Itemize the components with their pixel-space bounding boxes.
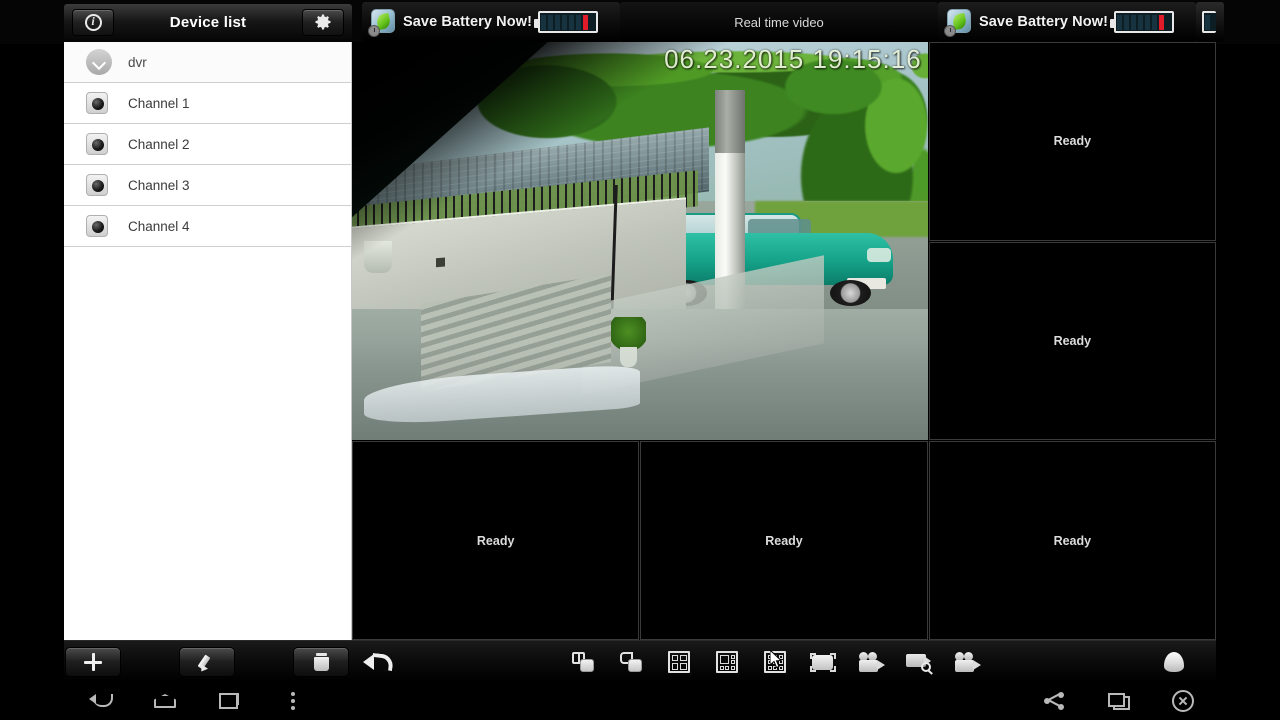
grid-1plus5-icon (716, 651, 738, 673)
channel-row-1[interactable]: Channel 1 (64, 83, 351, 124)
notification-title-right: Save Battery Now! (979, 14, 1109, 30)
notification-real-time-video[interactable]: Real time video (620, 2, 938, 42)
window-icon (1108, 692, 1130, 710)
pip-layout-icon (572, 652, 594, 672)
cell-status-5: Ready (765, 533, 803, 548)
nav-recents-button[interactable] (209, 687, 249, 715)
camera-icon (86, 174, 108, 196)
overlay-layout-icon (620, 652, 642, 672)
channel-label-4: Channel 4 (128, 218, 190, 234)
app-bottom-toolbar (64, 640, 1216, 682)
channel-label-3: Channel 3 (128, 177, 190, 193)
snapshot-search-button[interactable] (902, 647, 936, 677)
battery-gauge-edge (1202, 11, 1216, 33)
video-cell-3[interactable]: Ready (928, 241, 1216, 441)
layout-3x3-button[interactable] (758, 647, 792, 677)
notification-save-battery-right[interactable]: Save Battery Now! (938, 2, 1196, 42)
battery-saver-icon-2 (944, 7, 974, 37)
edit-device-button[interactable] (179, 647, 235, 677)
channel-row-3[interactable]: Channel 3 (64, 165, 351, 206)
ptz-button[interactable] (1157, 647, 1191, 677)
layout-2x2-button[interactable] (662, 647, 696, 677)
channel-row-2[interactable]: Channel 2 (64, 124, 351, 165)
battery-gauge-right (1110, 11, 1175, 33)
battery-saver-icon (368, 7, 398, 37)
playback-button[interactable] (950, 647, 984, 677)
video-cell-4[interactable]: Ready (352, 441, 640, 640)
fullscreen-button[interactable] (806, 647, 840, 677)
app-title-bar: Device list (64, 4, 352, 40)
trash-icon (313, 653, 329, 671)
video-timestamp: 06.23.2015 19:15:16 (664, 44, 922, 74)
nav-close-button[interactable] (1163, 687, 1203, 715)
info-button[interactable] (72, 8, 114, 36)
record-button[interactable] (854, 647, 888, 677)
ptz-drop-icon (1162, 650, 1186, 674)
nav-overflow-button[interactable] (273, 687, 313, 715)
camera-icon (86, 133, 108, 155)
video-grid: 06.23.2015 19:15:16 Ready Ready Ready Re… (352, 42, 1216, 640)
notification-title-center: Real time video (734, 14, 824, 30)
page-title: Device list (169, 13, 247, 31)
nav-share-button[interactable] (1034, 687, 1074, 715)
device-row-dvr[interactable]: dvr (64, 42, 351, 83)
cell-status-6: Ready (1053, 533, 1092, 548)
channel-label-1: Channel 1 (128, 95, 190, 111)
fullscreen-icon (810, 652, 836, 672)
playback-camera-icon (953, 652, 981, 672)
channel-row-4[interactable]: Channel 4 (64, 206, 351, 247)
plus-icon (83, 652, 103, 672)
undo-arrow-icon (363, 651, 391, 673)
pencil-icon (197, 652, 217, 672)
close-icon (1172, 690, 1194, 712)
delete-device-button[interactable] (293, 647, 349, 677)
channel-label-2: Channel 2 (128, 136, 190, 152)
battery-gauge-left (534, 11, 599, 33)
overflow-menu-icon (290, 691, 296, 711)
cell-status-4: Ready (476, 533, 515, 548)
chevron-down-icon[interactable] (86, 49, 112, 75)
video-cell-5[interactable]: Ready (640, 441, 928, 640)
notification-title-left: Save Battery Now! (403, 14, 533, 30)
share-icon (1044, 692, 1064, 710)
back-icon (89, 694, 113, 708)
cctv-scene (352, 42, 928, 441)
gear-icon (315, 14, 331, 30)
cell-status-3: Ready (1053, 333, 1092, 348)
notification-save-battery-left[interactable]: Save Battery Now! (362, 2, 620, 42)
grid-3x3-icon (764, 651, 786, 673)
video-camera-icon (857, 652, 885, 672)
grid-2x2-icon (668, 651, 690, 673)
home-icon (154, 694, 176, 708)
back-button[interactable] (360, 647, 394, 677)
settings-button[interactable] (301, 8, 344, 36)
recents-icon (219, 693, 239, 709)
snapshot-search-icon (906, 652, 932, 672)
video-cell-live[interactable]: 06.23.2015 19:15:16 (352, 42, 928, 441)
picture-in-picture-button[interactable] (566, 647, 600, 677)
camera-icon (86, 92, 108, 114)
video-cell-2[interactable]: Ready (928, 42, 1216, 241)
nav-home-button[interactable] (145, 687, 185, 715)
notification-truncated-edge[interactable] (1196, 2, 1224, 42)
layout-1plus5-button[interactable] (710, 647, 744, 677)
device-list-sidebar: dvr Channel 1 Channel 2 Channel 3 Channe… (64, 42, 352, 640)
app-screen: Save Battery Now! Real time video Save B… (0, 0, 1280, 720)
add-device-button[interactable] (65, 647, 121, 677)
camera-icon (86, 215, 108, 237)
cell-status-2: Ready (1053, 134, 1092, 149)
nav-window-button[interactable] (1099, 687, 1139, 715)
video-cell-6[interactable]: Ready (928, 441, 1216, 640)
info-icon (84, 13, 102, 31)
nav-back-button[interactable] (80, 687, 120, 715)
overlay-layout-button[interactable] (614, 647, 648, 677)
device-label: dvr (128, 54, 147, 70)
android-nav-bar (0, 682, 1280, 720)
